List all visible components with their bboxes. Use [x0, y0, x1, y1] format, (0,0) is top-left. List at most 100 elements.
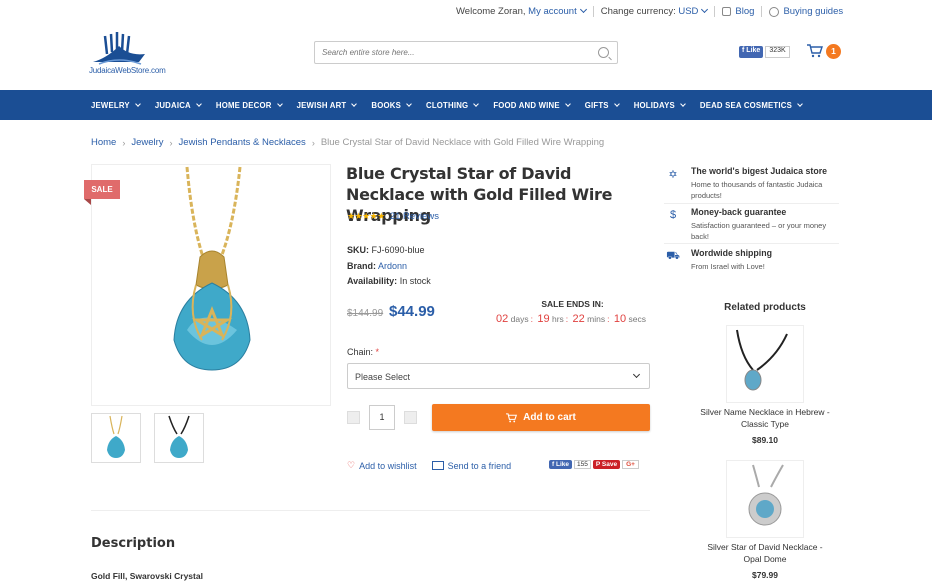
truck-icon: ⛟ — [666, 250, 680, 262]
breadcrumb: Home › Jewelry › Jewish Pendants & Neckl… — [91, 137, 604, 148]
chevron-down-icon — [613, 100, 620, 107]
chevron-down-icon — [473, 100, 480, 107]
section-divider — [91, 510, 650, 511]
heart-icon: ♡ — [347, 460, 356, 470]
chevron-down-icon — [632, 370, 641, 379]
necklace-image — [748, 464, 784, 526]
sale-countdown: 02 days: 19 hrs: 22 mins: 10 secs — [496, 313, 646, 325]
related-product-image-1[interactable] — [726, 325, 804, 403]
product-attributes: SKU: FJ-6090-blue Brand: Ardonn Availabi… — [347, 245, 431, 286]
nav-item-judaica[interactable]: JUDAICA — [155, 100, 202, 110]
breadcrumb-jewelry[interactable]: Jewelry — [131, 137, 163, 148]
send-to-friend-link[interactable]: Send to a friend — [431, 461, 511, 471]
chevron-down-icon — [680, 100, 686, 107]
chevron-down-icon — [797, 100, 803, 107]
book-icon — [722, 7, 732, 16]
chevron-down-icon — [196, 100, 202, 107]
facebook-like-button[interactable]: f Like — [549, 460, 572, 469]
sku-value: FJ-6090-blue — [371, 245, 425, 255]
nav-item-jewelry[interactable]: JEWELRY — [91, 101, 141, 110]
nav-item-home-decor[interactable]: HOME DECOR — [216, 100, 283, 110]
breadcrumb-home[interactable]: Home — [91, 137, 116, 148]
welcome-text: Welcome Zoran, — [456, 6, 526, 17]
buying-guides-link[interactable]: Buying guides — [783, 6, 843, 17]
account-bar: Welcome Zoran, My account Change currenc… — [456, 5, 843, 17]
rating-stars: ★★★★★ — [347, 211, 385, 221]
chevron-down-icon — [579, 5, 587, 14]
add-to-wishlist-link[interactable]: ♡ Add to wishlist — [347, 460, 417, 471]
related-product-price-1: $89.10 — [752, 435, 778, 445]
qty-decrease-button[interactable] — [347, 411, 360, 424]
chevron-down-icon — [276, 100, 283, 107]
logo-text: JudaicaWebStore.com — [89, 66, 166, 75]
blog-link[interactable]: Blog — [735, 6, 754, 17]
google-plus-button[interactable]: G+ — [622, 460, 639, 469]
search-box[interactable] — [314, 41, 618, 64]
my-account-link[interactable]: My account — [528, 5, 587, 17]
search-input[interactable] — [315, 42, 585, 63]
chevron-down-icon — [564, 100, 571, 107]
chevron-right-icon: › — [169, 137, 173, 148]
chain-label: Chain: * — [347, 347, 380, 357]
breadcrumb-pendants[interactable]: Jewish Pendants & Necklaces — [179, 137, 306, 148]
cart-icon — [506, 412, 518, 422]
quantity-input[interactable]: 1 — [369, 405, 395, 430]
sale-ends-label: SALE ENDS IN: — [541, 299, 604, 309]
facebook-icon: f — [552, 461, 555, 468]
nav-item-clothing[interactable]: CLOTHING — [426, 100, 480, 110]
top-bar: Welcome Zoran, My account Change currenc… — [0, 0, 932, 24]
related-product-price-2: $79.99 — [752, 570, 778, 580]
description-subheading: Gold Fill, Swarovski Crystal — [91, 571, 203, 581]
main-nav: JEWELRY JUDAICA HOME DECOR JEWISH ART BO… — [0, 90, 932, 120]
chevron-right-icon: › — [122, 137, 126, 148]
thumbnail-1[interactable] — [91, 413, 141, 463]
nav-item-gifts[interactable]: GIFTS — [585, 100, 620, 110]
chevron-right-icon: › — [311, 137, 315, 148]
pinterest-icon: P — [595, 461, 601, 468]
reviews-link[interactable]: 21 Reviews — [390, 211, 439, 222]
envelope-icon — [431, 461, 444, 470]
necklace-image — [736, 329, 788, 391]
product-main-image[interactable] — [91, 164, 331, 406]
brand-link[interactable]: Ardonn — [378, 261, 407, 271]
related-products-heading: Related products — [724, 302, 806, 313]
related-product-name-2[interactable]: Silver Star of David Necklace - Opal Dom… — [700, 542, 830, 565]
add-to-cart-button[interactable]: Add to cart — [432, 404, 650, 431]
facebook-like-count: 323K — [765, 46, 790, 58]
chain-select[interactable]: Please Select — [347, 363, 650, 389]
star-of-david-icon: ✡ — [668, 169, 678, 181]
nav-item-dead-sea-cosmetics[interactable]: DEAD SEA COSMETICS — [700, 100, 803, 110]
thumbnail-gold-necklace — [107, 415, 125, 458]
rating: ★★★★★ 21 Reviews — [347, 211, 439, 222]
facebook-like-button[interactable]: f Like — [739, 46, 764, 58]
chevron-down-icon — [701, 5, 709, 14]
currency-label: Change currency: — [600, 6, 676, 17]
perk-divider — [664, 243, 839, 244]
sale-badge: SALE — [84, 180, 120, 205]
cart-icon[interactable] — [807, 44, 823, 58]
thumbnail-black-cord-necklace — [168, 415, 190, 458]
nav-item-books[interactable]: BOOKS — [371, 100, 412, 110]
related-product-image-2[interactable] — [726, 460, 804, 538]
chevron-down-icon — [406, 100, 412, 107]
nav-item-jewish-art[interactable]: JEWISH ART — [297, 100, 358, 110]
availability-value: In stock — [399, 276, 431, 286]
sale-price: $44.99 — [389, 303, 435, 320]
thumbnail-2[interactable] — [154, 413, 204, 463]
search-icon[interactable] — [598, 47, 609, 58]
breadcrumb-current: Blue Crystal Star of David Necklace with… — [320, 137, 605, 148]
related-product-name-1[interactable]: Silver Name Necklace in Hebrew - Classic… — [700, 407, 830, 430]
facebook-icon: f — [742, 47, 745, 54]
currency-select[interactable]: USD — [678, 5, 709, 17]
chevron-down-icon — [351, 100, 358, 107]
perk-divider — [664, 203, 839, 204]
old-price: $144.99 — [347, 308, 384, 319]
facebook-like-widget[interactable]: f Like 323K — [739, 46, 790, 58]
nav-item-holidays[interactable]: HOLIDAYS — [634, 100, 686, 110]
qty-increase-button[interactable] — [404, 411, 417, 424]
pinterest-save-button[interactable]: P Save — [592, 460, 621, 469]
menorah-logo-icon — [93, 32, 145, 65]
social-share: f Like 155 P Save G+ — [549, 460, 639, 469]
nav-item-food-and-wine[interactable]: FOOD AND WINE — [493, 100, 571, 110]
necklace-image — [173, 166, 251, 371]
